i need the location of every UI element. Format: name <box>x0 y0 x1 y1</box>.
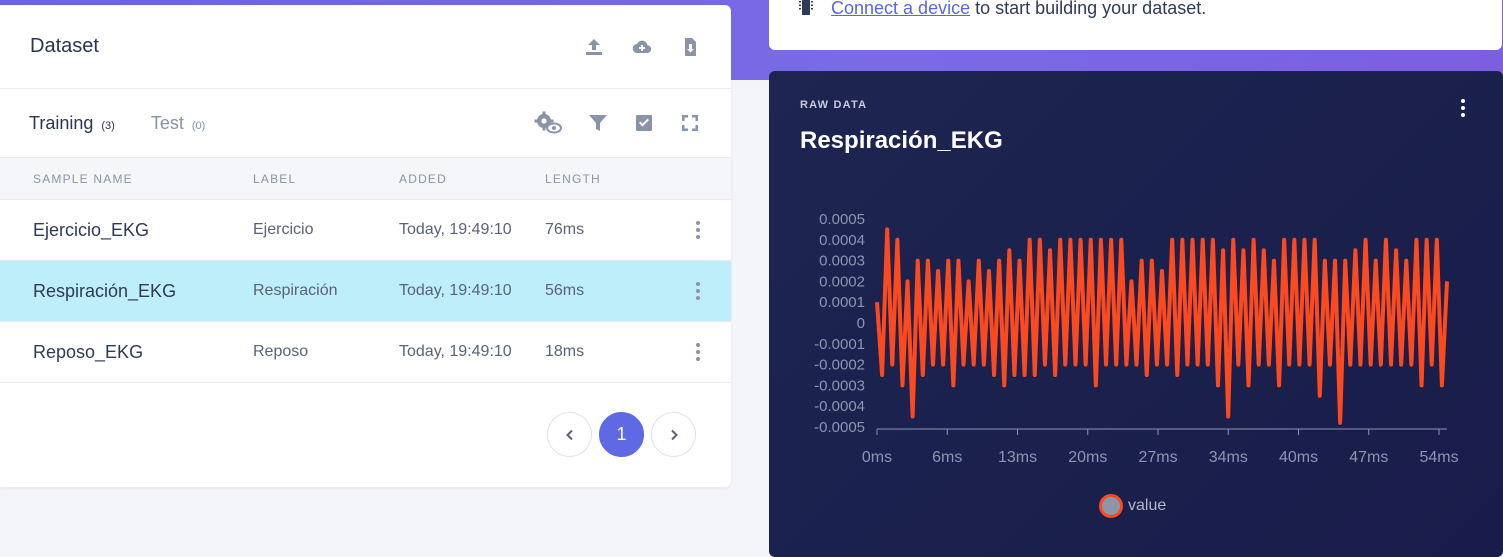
column-header-length[interactable]: LENGTH <box>545 158 665 200</box>
connect-device-card: Connect a device to start building your … <box>769 0 1502 50</box>
series-line-value <box>875 227 1449 425</box>
cloud-upload-icon[interactable] <box>631 36 653 58</box>
y-tick-label: -0.0003 <box>814 377 865 394</box>
x-tick-label: 20ms <box>1068 449 1107 466</box>
tab-test-count: (0) <box>191 119 206 132</box>
samples-table: SAMPLE NAME LABEL ADDED LENGTH Ejercicio… <box>0 157 731 383</box>
sample-name-cell: Ejercicio_EKG <box>33 219 150 240</box>
dataset-tabs: Training (3) Test (0) <box>0 89 731 157</box>
y-tick-label: 0.0004 <box>819 232 865 249</box>
connect-device-message: Connect a device to start building your … <box>831 0 1206 18</box>
y-tick-label: 0.0005 <box>819 211 865 228</box>
y-tick-label: -0.0002 <box>814 357 865 374</box>
upload-icon[interactable] <box>583 36 605 58</box>
sample-length-cell: 76ms <box>545 221 585 238</box>
x-tick-label: 54ms <box>1419 449 1458 466</box>
tab-test-label: Test <box>150 112 184 133</box>
x-tick-label: 27ms <box>1138 449 1177 466</box>
sample-label-cell: Ejercicio <box>253 221 314 238</box>
chip-icon <box>799 0 813 15</box>
sample-length-cell: 18ms <box>545 343 585 360</box>
x-tick-label: 0ms <box>862 449 892 466</box>
sample-added-cell: Today, 19:49:10 <box>399 282 512 299</box>
tab-test[interactable]: Test (0) <box>151 113 205 134</box>
dataset-card: Dataset Training (3) Test (0) SAMPLE NAM… <box>0 5 731 487</box>
row-actions-cell <box>665 261 731 322</box>
sample-length-cell: 56ms <box>545 282 585 299</box>
row-menu-icon[interactable] <box>696 220 700 239</box>
column-header-label[interactable]: LABEL <box>253 158 399 200</box>
y-tick-label: 0.0002 <box>819 273 865 290</box>
sample-name-cell: Respiración_EKG <box>33 280 177 301</box>
x-tick-label: 6ms <box>932 449 962 466</box>
sample-added-cell: Today, 19:49:10 <box>399 343 512 360</box>
tab-training-count: (3) <box>101 119 115 132</box>
fullscreen-icon[interactable] <box>679 112 701 134</box>
connect-device-link[interactable]: Connect a device <box>831 0 970 18</box>
tab-training-label: Training <box>29 112 94 133</box>
page-button-current[interactable]: 1 <box>599 412 644 457</box>
column-header-actions <box>665 158 731 200</box>
y-tick-label: 0.0003 <box>819 253 865 270</box>
dataset-header: Dataset <box>0 5 731 89</box>
sample-label-cell: Reposo <box>253 343 309 360</box>
raw-data-chart: 0.0005 0.0004 0.0003 0.0002 0.0001 0 -0.0001 -0… <box>814 211 1458 466</box>
download-icon[interactable] <box>679 36 701 58</box>
table-row[interactable]: Reposo_EKG Reposo Today, 19:49:10 18ms <box>0 322 731 383</box>
chevron-right-icon <box>670 429 678 440</box>
sample-label-cell: Respiración <box>253 282 338 299</box>
legend-label: value <box>1128 497 1167 514</box>
tab-actions <box>533 111 701 134</box>
y-tick-label: 0.0001 <box>819 294 865 311</box>
legend-swatch <box>1099 494 1123 518</box>
next-page-button[interactable] <box>651 412 696 457</box>
chevron-left-icon <box>565 429 573 440</box>
row-actions-cell <box>665 200 731 261</box>
pagination: 1 <box>547 412 696 457</box>
chart-legend[interactable]: value <box>1099 494 1166 518</box>
settings-eye-icon[interactable] <box>533 111 563 134</box>
x-tick-label: 34ms <box>1209 449 1248 466</box>
x-tick-label: 47ms <box>1349 449 1388 466</box>
y-tick-label: -0.0004 <box>814 398 865 415</box>
prev-page-button[interactable] <box>547 412 592 457</box>
column-header-sample-name[interactable]: SAMPLE NAME <box>0 158 253 200</box>
y-tick-label: -0.0001 <box>814 336 865 353</box>
y-tick-label: -0.0005 <box>814 419 865 436</box>
row-menu-icon[interactable] <box>696 342 700 361</box>
row-actions-cell <box>665 322 731 383</box>
sample-added-cell: Today, 19:49:10 <box>399 221 512 238</box>
dataset-title: Dataset <box>30 35 99 57</box>
raw-data-card: RAW DATA Respiración_EKG 0.0005 0.0004 0.0… <box>769 71 1503 557</box>
column-header-added[interactable]: ADDED <box>399 158 545 200</box>
filter-icon[interactable] <box>587 112 609 134</box>
table-row[interactable]: Ejercicio_EKG Ejercicio Today, 19:49:10 … <box>0 200 731 261</box>
row-menu-icon[interactable] <box>696 281 700 300</box>
x-tick-label: 13ms <box>998 449 1037 466</box>
connect-device-rest: to start building your dataset. <box>970 0 1207 18</box>
sample-name-cell: Reposo_EKG <box>33 341 144 362</box>
table-row-selected[interactable]: Respiración_EKG Respiración Today, 19:49… <box>0 260 731 322</box>
select-check-icon[interactable] <box>633 112 655 134</box>
dataset-header-actions <box>583 36 701 58</box>
y-tick-label: 0 <box>857 315 865 332</box>
tab-training[interactable]: Training (3) <box>29 113 115 134</box>
table-header-row: SAMPLE NAME LABEL ADDED LENGTH <box>0 157 731 200</box>
x-tick-label: 40ms <box>1279 449 1318 466</box>
